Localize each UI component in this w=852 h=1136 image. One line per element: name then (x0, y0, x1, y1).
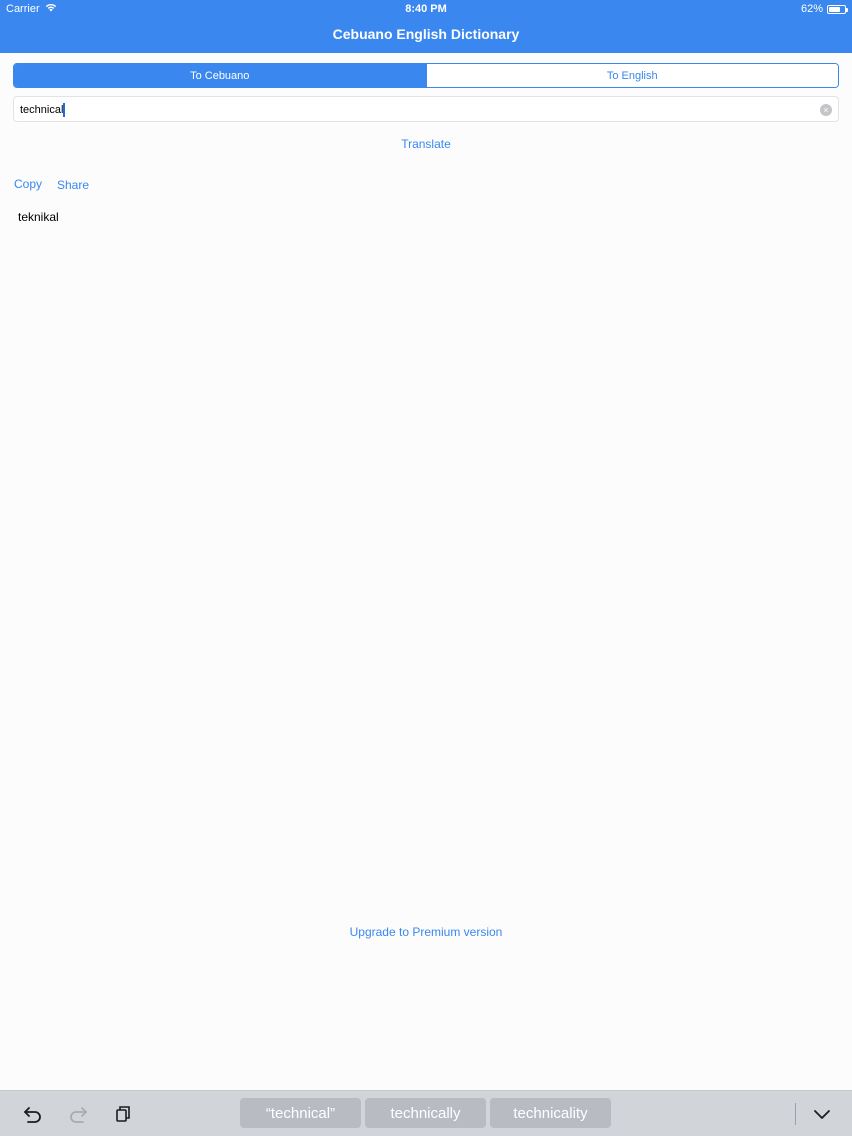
direction-segmented-control: To Cebuano To English (13, 63, 839, 88)
battery-percent: 62% (800, 3, 823, 15)
battery-icon (827, 4, 848, 14)
navigation-header: Carrier 8:40 PM 62% Cebuano English Dict… (0, 0, 852, 53)
translation-result: teknikal (18, 210, 59, 224)
page-title: Cebuano English Dictionary (332, 26, 520, 42)
segment-to-cebuano[interactable]: To Cebuano (14, 64, 426, 87)
toolbar-divider (795, 1103, 796, 1125)
undo-icon[interactable] (22, 1103, 44, 1125)
suggestion-item[interactable]: technicality (490, 1098, 611, 1128)
redo-icon[interactable] (67, 1103, 89, 1125)
battery-level (829, 6, 840, 12)
search-input[interactable]: technical × (13, 96, 839, 122)
clear-text-icon[interactable]: × (820, 104, 832, 116)
text-caret (63, 103, 66, 117)
status-bar: Carrier 8:40 PM 62% (0, 0, 852, 18)
copy-button[interactable]: Copy (14, 177, 42, 191)
suggestion-item[interactable]: technically (365, 1098, 486, 1128)
paste-icon[interactable] (112, 1103, 134, 1125)
keyboard-shortcut-bar: “technical” technically technicality (0, 1090, 852, 1136)
suggestion-item[interactable]: “technical” (240, 1098, 361, 1128)
share-button[interactable]: Share (57, 178, 89, 192)
segment-to-english[interactable]: To English (425, 64, 838, 87)
search-input-value: technical (20, 104, 64, 116)
status-time: 8:40 PM (405, 3, 447, 15)
dismiss-keyboard-icon[interactable] (811, 1103, 833, 1125)
translate-button[interactable]: Translate (0, 137, 852, 151)
status-right: 62% (800, 3, 848, 15)
autocorrect-suggestions: “technical” technically technicality (240, 1098, 611, 1128)
upgrade-premium-link[interactable]: Upgrade to Premium version (0, 925, 852, 939)
